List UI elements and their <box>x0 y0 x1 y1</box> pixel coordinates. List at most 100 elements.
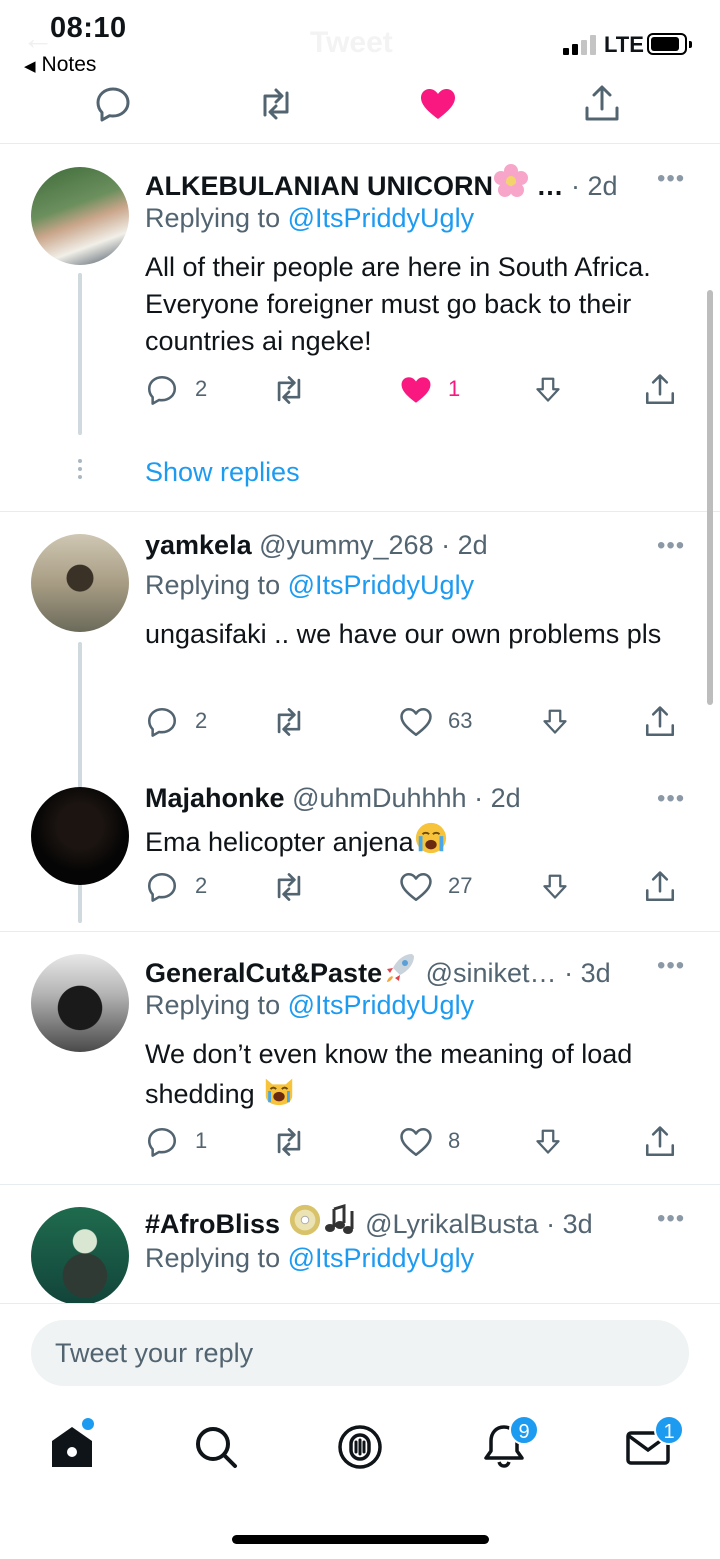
replying-to-label: Replying to <box>145 203 281 233</box>
like-icon-filled[interactable] <box>418 84 458 124</box>
handle: @siniket… <box>425 958 557 988</box>
retweet-icon[interactable] <box>271 370 307 410</box>
replying-to-handle[interactable]: @ItsPriddyUgly <box>288 570 474 600</box>
main-tweet-actions <box>0 80 720 144</box>
replying-to: Replying to @ItsPriddyUgly <box>145 570 474 601</box>
home-indicator[interactable] <box>232 1535 489 1544</box>
divider <box>0 1184 720 1185</box>
tweet-actions: 1 8 <box>145 1122 685 1162</box>
thread-continuation-dots <box>77 459 83 483</box>
avatar[interactable] <box>31 534 129 632</box>
display-name[interactable]: Majahonke <box>145 783 285 813</box>
more-options-icon[interactable]: ••• <box>657 532 685 560</box>
avatar[interactable] <box>31 1207 129 1303</box>
reply-icon[interactable] <box>145 1122 179 1162</box>
notifications-badge: 9 <box>509 1415 539 1445</box>
more-options-icon[interactable]: ••• <box>657 165 685 193</box>
network-label: LTE <box>604 32 644 57</box>
spaces-icon[interactable] <box>334 1421 386 1473</box>
reply-composer <box>0 1303 720 1403</box>
reply-count: 2 <box>195 708 208 733</box>
tweet-header: GeneralCut&Paste @siniket… · 3d <box>145 950 611 993</box>
signal-icon <box>563 35 597 55</box>
replying-to: Replying to @ItsPriddyUgly <box>145 1243 474 1274</box>
handle: @uhmDuhhhh <box>292 783 467 813</box>
status-time: 08:10 <box>50 12 127 44</box>
tweet-text: All of their people are here in South Af… <box>145 252 651 356</box>
like-icon[interactable] <box>399 702 433 742</box>
display-name[interactable]: ALKEBULANIAN UNICORN <box>145 171 493 201</box>
share-icon[interactable] <box>643 867 677 907</box>
back-app-label: Notes <box>41 53 97 76</box>
more-options-icon[interactable]: ••• <box>657 785 685 813</box>
timestamp: · 3d <box>564 958 611 988</box>
musical-notes-emoji <box>322 1203 358 1244</box>
like-icon[interactable] <box>399 867 433 907</box>
tweet-actions: 2 63 <box>145 702 685 742</box>
more-options-icon[interactable]: ••• <box>657 952 685 980</box>
scrollbar[interactable] <box>707 290 713 705</box>
rocket-emoji <box>382 950 418 993</box>
tweet-text: ungasifaki .. we have our own problems p… <box>145 619 662 649</box>
tweet-text: Ema helicopter anjena <box>145 827 414 857</box>
tweet-reply-input[interactable] <box>31 1320 689 1386</box>
back-to-app-link[interactable]: ◀ Notes <box>24 53 96 77</box>
cherry-blossom-emoji <box>493 163 529 206</box>
share-icon[interactable] <box>643 1122 677 1162</box>
display-name[interactable]: GeneralCut&Paste <box>145 958 382 988</box>
replying-to-handle[interactable]: @ItsPriddyUgly <box>288 1243 474 1273</box>
avatar[interactable] <box>31 954 129 1052</box>
like-icon-filled[interactable] <box>399 370 433 410</box>
avatar[interactable] <box>31 787 129 885</box>
timestamp: · 2d <box>441 530 488 560</box>
status-bar: ← Tweet 08:10 ◀ Notes LTE <box>0 0 720 84</box>
retweet-icon[interactable] <box>256 84 296 124</box>
tweet-actions: 2 1 <box>145 370 685 410</box>
messages-badge: 1 <box>654 1415 684 1445</box>
tweet-header: ALKEBULANIAN UNICORN … · 2d <box>145 163 618 206</box>
downvote-icon[interactable] <box>533 1122 563 1162</box>
display-name[interactable]: yamkela <box>145 530 252 560</box>
retweet-icon[interactable] <box>271 702 307 742</box>
like-count: 8 <box>448 1128 461 1153</box>
back-triangle-icon: ◀ <box>24 58 36 75</box>
reply-count: 1 <box>195 1128 208 1153</box>
reply-icon[interactable] <box>145 867 179 907</box>
display-name[interactable]: #AfroBliss <box>145 1209 280 1239</box>
more-options-icon[interactable]: ••• <box>657 1205 685 1233</box>
thread-line <box>78 273 82 435</box>
share-icon[interactable] <box>643 702 677 742</box>
tweet-header: Majahonke @uhmDuhhhh · 2d <box>145 783 521 814</box>
replying-to-label: Replying to <box>145 570 281 600</box>
replies-feed[interactable]: ALKEBULANIAN UNICORN … · 2d ••• Replying… <box>0 145 720 1303</box>
replying-to-handle[interactable]: @ItsPriddyUgly <box>288 203 474 233</box>
reply-count: 2 <box>195 376 208 401</box>
reply-icon[interactable] <box>93 84 133 124</box>
replying-to: Replying to @ItsPriddyUgly <box>145 203 474 234</box>
retweet-icon[interactable] <box>271 1122 307 1162</box>
reply-icon[interactable] <box>145 702 179 742</box>
reply-count: 2 <box>195 873 208 898</box>
replying-to-label: Replying to <box>145 1243 281 1273</box>
share-icon[interactable] <box>582 84 622 124</box>
replying-to-handle[interactable]: @ItsPriddyUgly <box>288 990 474 1020</box>
divider <box>0 931 720 932</box>
tweet-actions: 2 27 <box>145 867 685 907</box>
like-count: 63 <box>448 708 473 733</box>
tweet-header: #AfroBliss @LyrikalBusta · 3d <box>145 1203 593 1244</box>
retweet-icon[interactable] <box>271 867 307 907</box>
downvote-icon[interactable] <box>533 370 563 410</box>
downvote-icon[interactable] <box>540 867 570 907</box>
new-tweets-dot <box>82 1418 94 1430</box>
crying-cat-emoji <box>262 1073 296 1117</box>
crying-face-emoji <box>414 821 448 865</box>
show-replies-link[interactable]: Show replies <box>145 457 300 488</box>
like-icon[interactable] <box>399 1122 433 1162</box>
downvote-icon[interactable] <box>540 702 570 742</box>
share-icon[interactable] <box>643 370 677 410</box>
reply-icon[interactable] <box>145 370 179 410</box>
tweet-text-wrap: Ema helicopter anjena <box>145 821 685 865</box>
replying-to-label: Replying to <box>145 990 281 1020</box>
avatar[interactable] <box>31 167 129 265</box>
search-icon[interactable] <box>190 1421 242 1473</box>
